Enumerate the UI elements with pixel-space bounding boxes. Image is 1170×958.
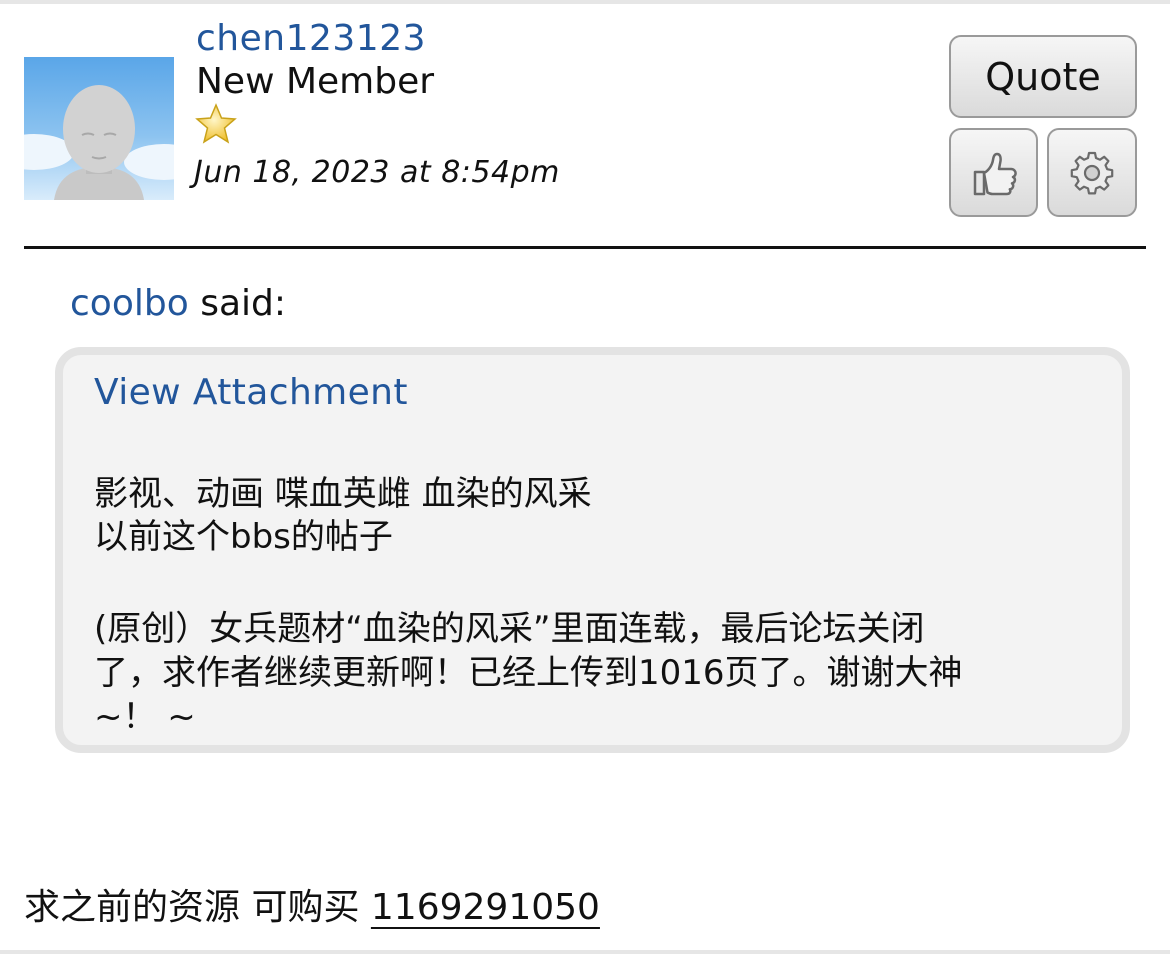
- username-link[interactable]: chen123123: [196, 18, 426, 59]
- top-separator: [0, 0, 1170, 4]
- reply-text: 求之前的资源 可购买: [24, 887, 360, 928]
- avatar[interactable]: [24, 57, 174, 200]
- post-timestamp: Jun 18, 2023 at 8:54pm: [194, 155, 560, 190]
- post-header-divider: [24, 246, 1146, 249]
- quote-text-line: ~！ ~: [94, 697, 196, 737]
- default-avatar-icon: [24, 57, 174, 200]
- quote-text-line: 以前这个bbs的帖子: [94, 517, 393, 557]
- view-attachment-link[interactable]: View Attachment: [94, 372, 408, 413]
- star-icon: [195, 103, 237, 144]
- quote-text-line: (原创）女兵题材“血染的风采”里面连载，最后论坛关闭: [94, 609, 925, 649]
- options-button[interactable]: [1047, 128, 1137, 217]
- reply-body: 求之前的资源 可购买 1169291050: [24, 878, 600, 930]
- bottom-separator: [0, 950, 1170, 954]
- like-button[interactable]: [949, 128, 1038, 217]
- quote-text-line: 影视、动画 喋血英雌 血染的风采: [94, 474, 592, 514]
- member-rank: New Member: [196, 61, 435, 102]
- reply-number-link[interactable]: 1169291050: [371, 887, 600, 928]
- quote-author-link[interactable]: coolbo: [70, 283, 189, 324]
- quote-text-line: 了，求作者继续更新啊！已经上传到1016页了。谢谢大神: [94, 653, 963, 693]
- gear-icon: [1070, 151, 1114, 194]
- quote-button[interactable]: Quote: [949, 35, 1137, 118]
- quote-said-label: said:: [200, 283, 286, 324]
- thumbs-up-icon: [973, 152, 1017, 195]
- quote-header: coolbo said:: [70, 283, 286, 324]
